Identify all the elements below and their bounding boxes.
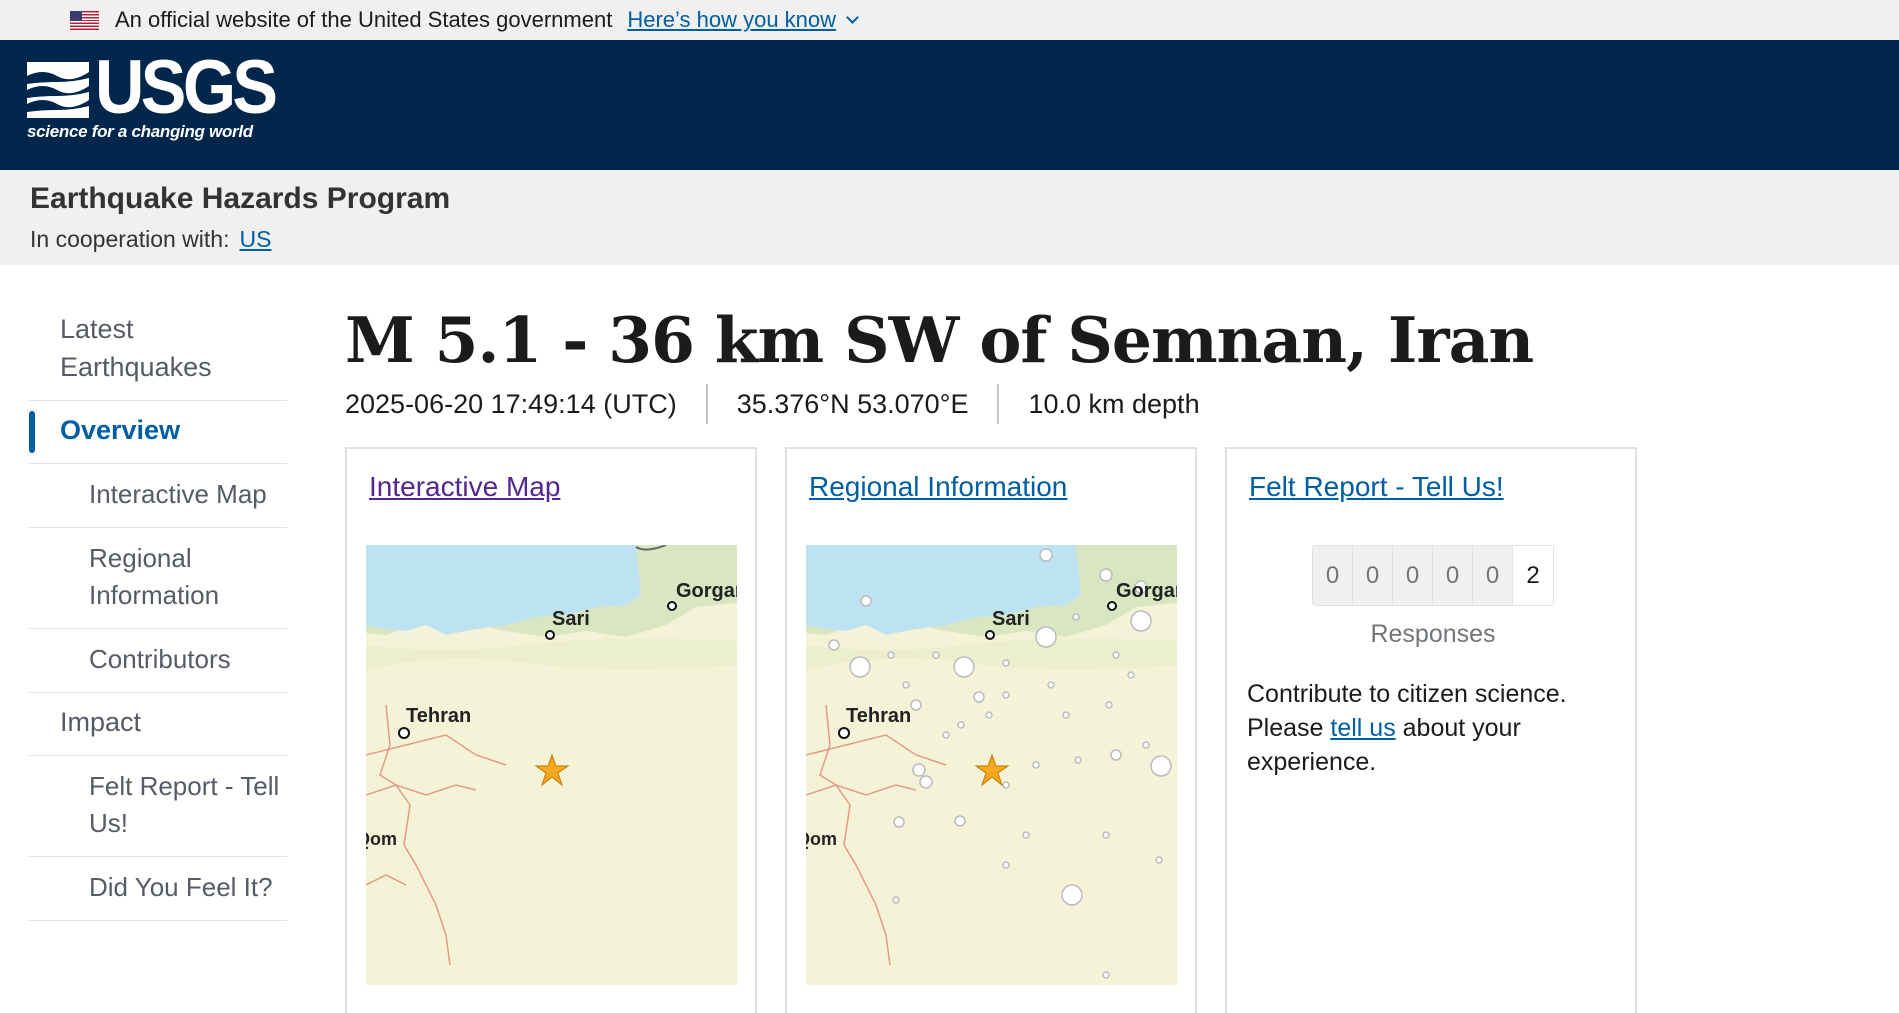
regional-information-card: Regional Information Gorga Sari Tehran o… bbox=[785, 447, 1197, 1013]
counter-digit: 0 bbox=[1433, 546, 1473, 605]
counter-digit: 0 bbox=[1393, 546, 1433, 605]
us-flag-icon bbox=[70, 10, 99, 30]
map-label-tehran: Tehran bbox=[406, 705, 471, 727]
event-title: M 5.1 - 36 km SW of Semnan, Iran bbox=[345, 303, 1534, 377]
tell-us-link[interactable]: tell us bbox=[1330, 714, 1395, 742]
sidebar-item-felt-report[interactable]: Felt Report - Tell Us! bbox=[29, 756, 287, 857]
epicenter-star-icon bbox=[974, 753, 1010, 787]
event-header: M 5.1 - 36 km SW of Semnan, Iran 2025-06… bbox=[345, 300, 1534, 424]
sidebar-item-interactive-map[interactable]: Interactive Map bbox=[29, 464, 287, 528]
usgs-wordmark: USGS bbox=[95, 45, 278, 130]
regional-information-link[interactable]: Regional Information bbox=[809, 471, 1067, 503]
sidebar-item-regional-information[interactable]: Regional Information bbox=[29, 528, 287, 629]
gov-banner: An official website of the United States… bbox=[0, 0, 1899, 40]
gov-banner-text: An official website of the United States… bbox=[115, 7, 613, 32]
map-label-gorgan: Gorgan bbox=[676, 580, 737, 602]
event-depth: 10.0 km depth bbox=[1028, 388, 1200, 419]
felt-report-link[interactable]: Felt Report - Tell Us! bbox=[1249, 471, 1504, 503]
map-label-gorgan: Gorgan bbox=[1116, 580, 1177, 602]
map-label-sari: Sari bbox=[552, 608, 590, 630]
interactive-map-thumbnail[interactable]: Gorgan Sari Tehran Qom bbox=[366, 545, 737, 985]
site-header: USGS science for a changing world bbox=[0, 40, 1899, 170]
sidebar-item-did-you-feel-it[interactable]: Did You Feel It? bbox=[29, 857, 287, 921]
responses-counter: 0 0 0 0 0 2 bbox=[1312, 545, 1554, 606]
map-label-qom: Qom bbox=[366, 829, 397, 849]
event-time: 2025-06-20 17:49:14 (UTC) bbox=[345, 388, 677, 419]
epicenter-star-icon bbox=[534, 753, 570, 787]
counter-digit: 0 bbox=[1313, 546, 1353, 605]
responses-label: Responses bbox=[1370, 620, 1496, 648]
event-location: 35.376°N 53.070°E bbox=[736, 388, 969, 419]
sidebar-item-contributors[interactable]: Contributors bbox=[29, 629, 287, 693]
divider bbox=[997, 384, 1000, 424]
usgs-logo[interactable]: USGS science for a changing world bbox=[27, 50, 278, 148]
divider bbox=[705, 384, 708, 424]
cooperation-line: In cooperation with: US bbox=[30, 226, 271, 253]
coop-link-us[interactable]: US bbox=[239, 226, 271, 252]
sidebar-nav: Latest Earthquakes Overview Interactive … bbox=[29, 300, 287, 921]
counter-digit: 0 bbox=[1353, 546, 1393, 605]
program-bar: Earthquake Hazards Program In cooperatio… bbox=[0, 170, 1899, 265]
how-you-know-link[interactable]: Here’s how you know bbox=[627, 7, 836, 33]
sidebar-item-latest-earthquakes[interactable]: Latest Earthquakes bbox=[29, 300, 287, 401]
chevron-down-icon[interactable] bbox=[846, 10, 859, 24]
counter-digit: 2 bbox=[1513, 546, 1553, 605]
interactive-map-card: Interactive Map Gorgan Sari Tehran Qom bbox=[345, 447, 757, 1013]
usgs-waves-icon bbox=[27, 62, 89, 118]
event-meta: 2025-06-20 17:49:14 (UTC) 35.376°N 53.07… bbox=[345, 384, 1533, 424]
felt-report-card: Felt Report - Tell Us! 0 0 0 0 0 2 Respo… bbox=[1225, 447, 1637, 1013]
sidebar-item-impact[interactable]: Impact bbox=[29, 693, 287, 756]
map-label-sari: Sari bbox=[992, 608, 1030, 630]
felt-report-description: Contribute to citizen science. Please te… bbox=[1247, 677, 1607, 779]
sidebar-item-overview[interactable]: Overview bbox=[29, 401, 287, 464]
coop-label: In cooperation with: bbox=[30, 226, 230, 252]
program-title[interactable]: Earthquake Hazards Program bbox=[30, 182, 450, 216]
map-label-tehran: Tehran bbox=[846, 705, 911, 727]
usgs-tagline: science for a changing world bbox=[27, 122, 253, 141]
counter-digit: 0 bbox=[1473, 546, 1513, 605]
map-label-qom: Qom bbox=[806, 829, 837, 849]
regional-map-thumbnail[interactable]: Gorgan Sari Tehran Qom bbox=[806, 545, 1177, 985]
interactive-map-link[interactable]: Interactive Map bbox=[369, 471, 560, 503]
